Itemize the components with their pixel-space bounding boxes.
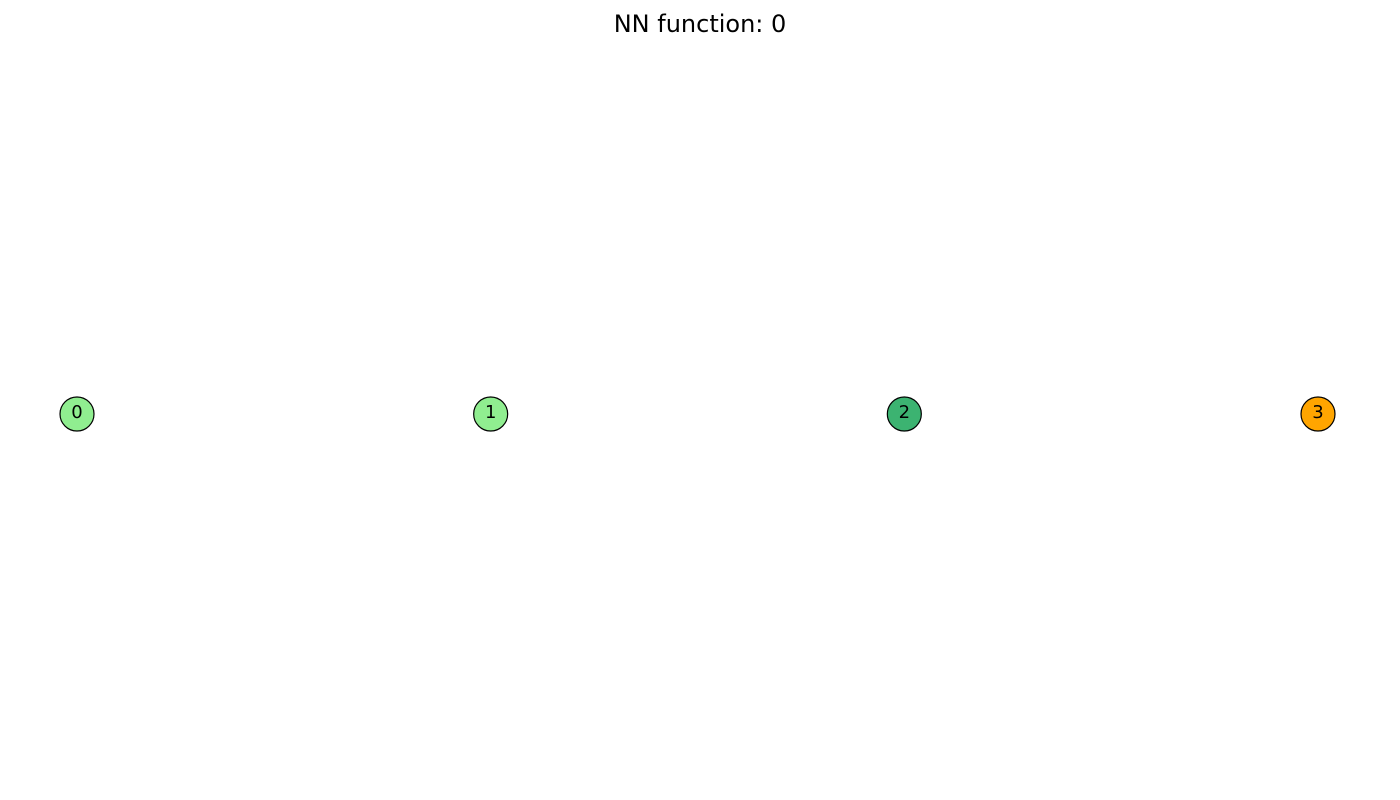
node-label: 1 [485,402,496,423]
node-1: 1 [473,396,509,432]
node-2: 2 [886,396,922,432]
graph-svg: 0 1 2 3 [59,396,1336,432]
node-0: 0 [59,396,95,432]
diagram-canvas: NN function: 0 0123 [0,0,1400,800]
node-3: 3 [1300,396,1336,432]
node-label: 2 [899,402,910,423]
node-label: 3 [1312,402,1323,423]
node-label: 0 [71,402,82,423]
